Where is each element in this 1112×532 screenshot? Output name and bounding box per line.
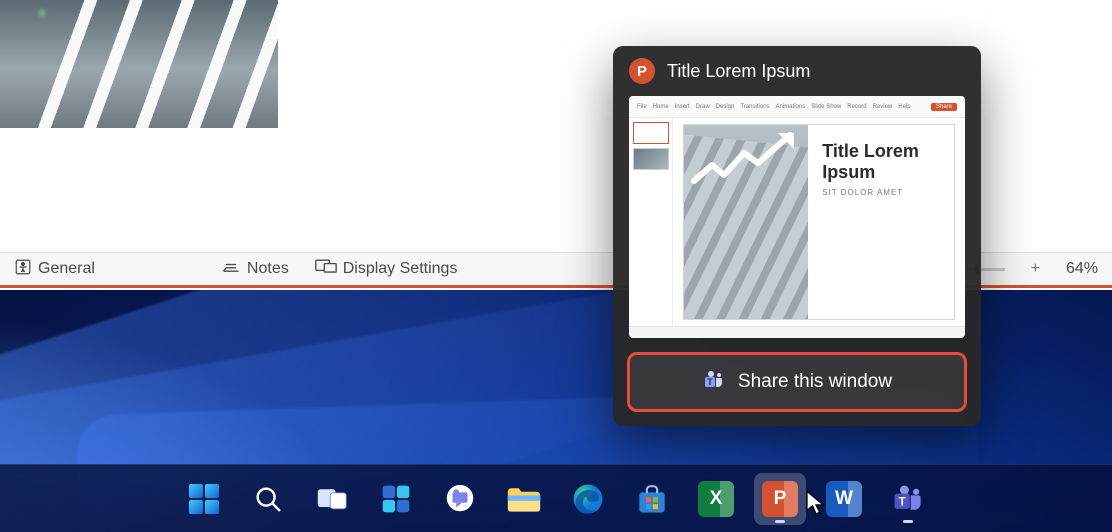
windows-start-icon bbox=[187, 482, 221, 516]
notes-label: Notes bbox=[247, 260, 289, 278]
widgets-icon bbox=[380, 483, 412, 515]
file-explorer-icon bbox=[506, 484, 542, 514]
taskbar-widgets-button[interactable] bbox=[370, 473, 422, 525]
display-settings-icon bbox=[315, 259, 337, 280]
microsoft-store-icon bbox=[635, 482, 669, 516]
svg-text:T: T bbox=[899, 495, 907, 508]
windows-taskbar: X P W T bbox=[0, 464, 1112, 532]
svg-text:T: T bbox=[707, 377, 713, 387]
preview-slide-panel bbox=[629, 118, 673, 326]
preview-window-title: Title Lorem Ipsum bbox=[667, 61, 810, 82]
taskbar-microsoft-store-button[interactable] bbox=[626, 473, 678, 525]
edge-icon bbox=[571, 482, 605, 516]
excel-icon: X bbox=[698, 481, 734, 517]
display-settings-button[interactable]: Display Settings bbox=[315, 259, 458, 280]
taskbar-start-button[interactable] bbox=[178, 473, 230, 525]
preview-slide: Title Lorem Ipsum SIT DOLOR AMET bbox=[683, 124, 955, 320]
mouse-cursor-icon bbox=[806, 490, 828, 518]
arrow-chart-icon bbox=[690, 131, 800, 191]
accessibility-label: General bbox=[38, 260, 95, 278]
preview-ribbon: FileHomeInsertDrawDesignTransitionsAnima… bbox=[629, 96, 965, 118]
search-icon bbox=[253, 484, 283, 514]
notes-icon bbox=[221, 260, 241, 279]
display-settings-label: Display Settings bbox=[343, 260, 458, 278]
share-this-window-button[interactable]: T Share this window bbox=[627, 352, 967, 412]
preview-thumbnail[interactable]: FileHomeInsertDrawDesignTransitionsAnima… bbox=[629, 96, 965, 338]
person-icon bbox=[14, 258, 32, 281]
zoom-value[interactable]: 64% bbox=[1066, 260, 1098, 278]
teams-icon: T bbox=[890, 481, 926, 517]
powerpoint-icon: P bbox=[629, 58, 655, 84]
taskbar-excel-button[interactable]: X bbox=[690, 473, 742, 525]
notes-button[interactable]: Notes bbox=[221, 260, 289, 279]
taskbar-edge-button[interactable] bbox=[562, 473, 614, 525]
chat-icon bbox=[443, 482, 477, 516]
preview-slide-title: Title Lorem Ipsum bbox=[822, 141, 940, 182]
taskbar-powerpoint-button[interactable]: P bbox=[754, 473, 806, 525]
taskbar-file-explorer-button[interactable] bbox=[498, 473, 550, 525]
accessibility-button[interactable]: General bbox=[14, 258, 95, 281]
share-button-label: Share this window bbox=[738, 371, 892, 393]
taskbar-chat-button[interactable] bbox=[434, 473, 486, 525]
task-view-icon bbox=[316, 485, 348, 513]
taskbar-taskview-button[interactable] bbox=[306, 473, 358, 525]
taskbar-teams-button[interactable]: T bbox=[882, 473, 934, 525]
word-icon: W bbox=[826, 481, 862, 517]
taskbar-search-button[interactable] bbox=[242, 473, 294, 525]
slide-image bbox=[0, 0, 278, 128]
teams-icon: T bbox=[702, 367, 726, 397]
powerpoint-icon: P bbox=[762, 481, 798, 517]
preview-slide-subtitle: SIT DOLOR AMET bbox=[822, 188, 940, 197]
taskbar-hover-preview: P Title Lorem Ipsum FileHomeInsertDrawDe… bbox=[613, 46, 981, 426]
